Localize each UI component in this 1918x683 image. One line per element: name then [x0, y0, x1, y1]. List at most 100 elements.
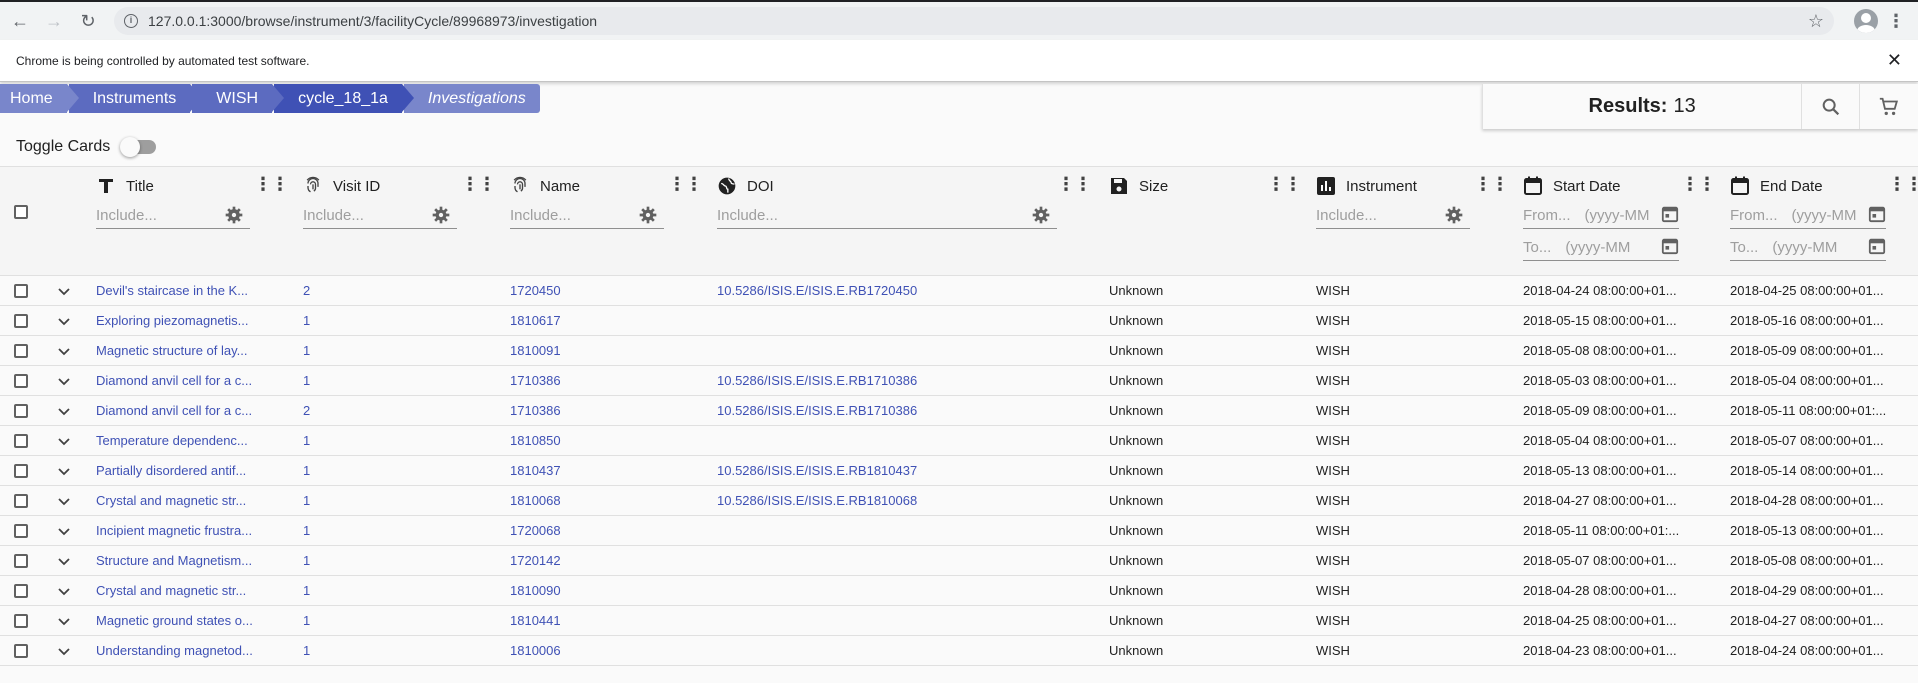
chevron-down-icon[interactable]	[56, 463, 72, 479]
drag-handle-icon[interactable]: ⋮⋮	[1888, 174, 1918, 195]
chevron-down-icon[interactable]	[56, 373, 72, 389]
doi-cell[interactable]	[717, 576, 1057, 606]
chevron-down-icon[interactable]	[56, 433, 72, 449]
title-filter-input[interactable]: Include...	[96, 203, 250, 229]
gear-icon[interactable]	[632, 201, 664, 229]
title-cell[interactable]: Exploring piezomagnetis...	[96, 306, 276, 336]
back-icon[interactable]: ←	[6, 7, 34, 35]
doi-header[interactable]: DOI	[717, 173, 774, 199]
name-cell[interactable]: 1810006	[510, 636, 670, 666]
end-date-to-input[interactable]: To... (yyyy-MM	[1730, 235, 1886, 261]
doi-cell[interactable]	[717, 546, 1057, 576]
gear-icon[interactable]	[218, 201, 250, 229]
visit-id-cell[interactable]: 1	[303, 336, 463, 366]
visit-id-cell[interactable]: 1	[303, 366, 463, 396]
row-checkbox[interactable]	[14, 644, 28, 658]
chevron-down-icon[interactable]	[56, 313, 72, 329]
title-cell[interactable]: Devil's staircase in the K...	[96, 276, 276, 306]
visit-id-cell[interactable]: 2	[303, 396, 463, 426]
title-cell[interactable]: Structure and Magnetism...	[96, 546, 276, 576]
doi-cell[interactable]: 10.5286/ISIS.E/ISIS.E.RB1710386	[717, 396, 1057, 426]
breadcrumb-item[interactable]: WISH	[192, 84, 284, 113]
drag-handle-icon[interactable]: ⋮⋮	[668, 174, 703, 195]
title-header[interactable]: Title	[96, 173, 154, 199]
row-checkbox[interactable]	[14, 314, 28, 328]
end-date-from-input[interactable]: From... (yyyy-MM	[1730, 203, 1886, 229]
chevron-down-icon[interactable]	[56, 283, 72, 299]
name-cell[interactable]: 1810850	[510, 426, 670, 456]
name-cell[interactable]: 1720450	[510, 276, 670, 306]
row-checkbox[interactable]	[14, 374, 28, 388]
chevron-down-icon[interactable]	[56, 583, 72, 599]
doi-cell[interactable]: 10.5286/ISIS.E/ISIS.E.RB1810437	[717, 456, 1057, 486]
doi-cell[interactable]	[717, 336, 1057, 366]
name-cell[interactable]: 1720142	[510, 546, 670, 576]
chevron-down-icon[interactable]	[56, 613, 72, 629]
name-filter-input[interactable]: Include...	[510, 203, 664, 229]
title-cell[interactable]: Diamond anvil cell for a c...	[96, 396, 276, 426]
info-icon[interactable]: i	[124, 14, 138, 28]
start-date-to-input[interactable]: To... (yyyy-MM	[1523, 235, 1679, 261]
chevron-down-icon[interactable]	[56, 553, 72, 569]
url-text[interactable]: 127.0.0.1:3000/browse/instrument/3/facil…	[148, 13, 1808, 29]
doi-cell[interactable]: 10.5286/ISIS.E/ISIS.E.RB1810068	[717, 486, 1057, 516]
row-checkbox[interactable]	[14, 464, 28, 478]
row-checkbox[interactable]	[14, 494, 28, 508]
visit-id-cell[interactable]: 1	[303, 636, 463, 666]
title-cell[interactable]: Magnetic ground states o...	[96, 606, 276, 636]
chevron-down-icon[interactable]	[56, 523, 72, 539]
title-cell[interactable]: Diamond anvil cell for a c...	[96, 366, 276, 396]
chevron-down-icon[interactable]	[56, 643, 72, 659]
visit-id-cell[interactable]: 1	[303, 456, 463, 486]
doi-cell[interactable]	[717, 606, 1057, 636]
calendar-icon[interactable]	[1868, 237, 1886, 259]
gear-icon[interactable]	[1025, 201, 1057, 229]
title-cell[interactable]: Magnetic structure of lay...	[96, 336, 276, 366]
visit-id-cell[interactable]: 1	[303, 426, 463, 456]
visit-id-cell[interactable]: 1	[303, 486, 463, 516]
instrument-header[interactable]: Instrument	[1316, 173, 1417, 199]
name-cell[interactable]: 1710386	[510, 396, 670, 426]
calendar-icon[interactable]	[1868, 205, 1886, 227]
title-cell[interactable]: Understanding magnetod...	[96, 636, 276, 666]
visit-id-filter-input[interactable]: Include...	[303, 203, 457, 229]
visit-id-cell[interactable]: 1	[303, 306, 463, 336]
drag-handle-icon[interactable]: ⋮⋮	[1057, 174, 1092, 195]
title-cell[interactable]: Partially disordered antif...	[96, 456, 276, 486]
doi-cell[interactable]	[717, 306, 1057, 336]
doi-cell[interactable]: 10.5286/ISIS.E/ISIS.E.RB1710386	[717, 366, 1057, 396]
visit-id-cell[interactable]: 2	[303, 276, 463, 306]
search-icon[interactable]	[1802, 84, 1861, 129]
instrument-filter-input[interactable]: Include...	[1316, 203, 1470, 229]
drag-handle-icon[interactable]: ⋮⋮	[461, 174, 496, 195]
end-date-header[interactable]: End Date	[1730, 173, 1823, 199]
name-cell[interactable]: 1810068	[510, 486, 670, 516]
drag-handle-icon[interactable]: ⋮⋮	[1681, 174, 1716, 195]
title-cell[interactable]: Incipient magnetic frustra...	[96, 516, 276, 546]
doi-cell[interactable]	[717, 636, 1057, 666]
row-checkbox[interactable]	[14, 584, 28, 598]
row-checkbox[interactable]	[14, 344, 28, 358]
row-checkbox[interactable]	[14, 614, 28, 628]
doi-filter-input[interactable]: Include...	[717, 203, 1057, 229]
doi-cell[interactable]	[717, 426, 1057, 456]
visit-id-cell[interactable]: 1	[303, 546, 463, 576]
close-icon[interactable]: ✕	[1887, 50, 1902, 71]
calendar-icon[interactable]	[1661, 205, 1679, 227]
visit-id-cell[interactable]: 1	[303, 606, 463, 636]
drag-handle-icon[interactable]: ⋮⋮	[254, 174, 289, 195]
start-date-header[interactable]: Start Date	[1523, 173, 1621, 199]
cart-icon[interactable]	[1860, 84, 1918, 129]
size-header[interactable]: Size	[1109, 173, 1168, 199]
gear-icon[interactable]	[1438, 201, 1470, 229]
row-checkbox[interactable]	[14, 404, 28, 418]
title-cell[interactable]: Temperature dependenc...	[96, 426, 276, 456]
calendar-icon[interactable]	[1661, 237, 1679, 259]
breadcrumb-item[interactable]: Home	[0, 84, 79, 113]
name-cell[interactable]: 1810437	[510, 456, 670, 486]
drag-handle-icon[interactable]: ⋮⋮	[1474, 174, 1509, 195]
drag-handle-icon[interactable]: ⋮⋮	[1267, 174, 1302, 195]
name-cell[interactable]: 1710386	[510, 366, 670, 396]
start-date-from-input[interactable]: From... (yyyy-MM	[1523, 203, 1679, 229]
visit-id-cell[interactable]: 1	[303, 576, 463, 606]
